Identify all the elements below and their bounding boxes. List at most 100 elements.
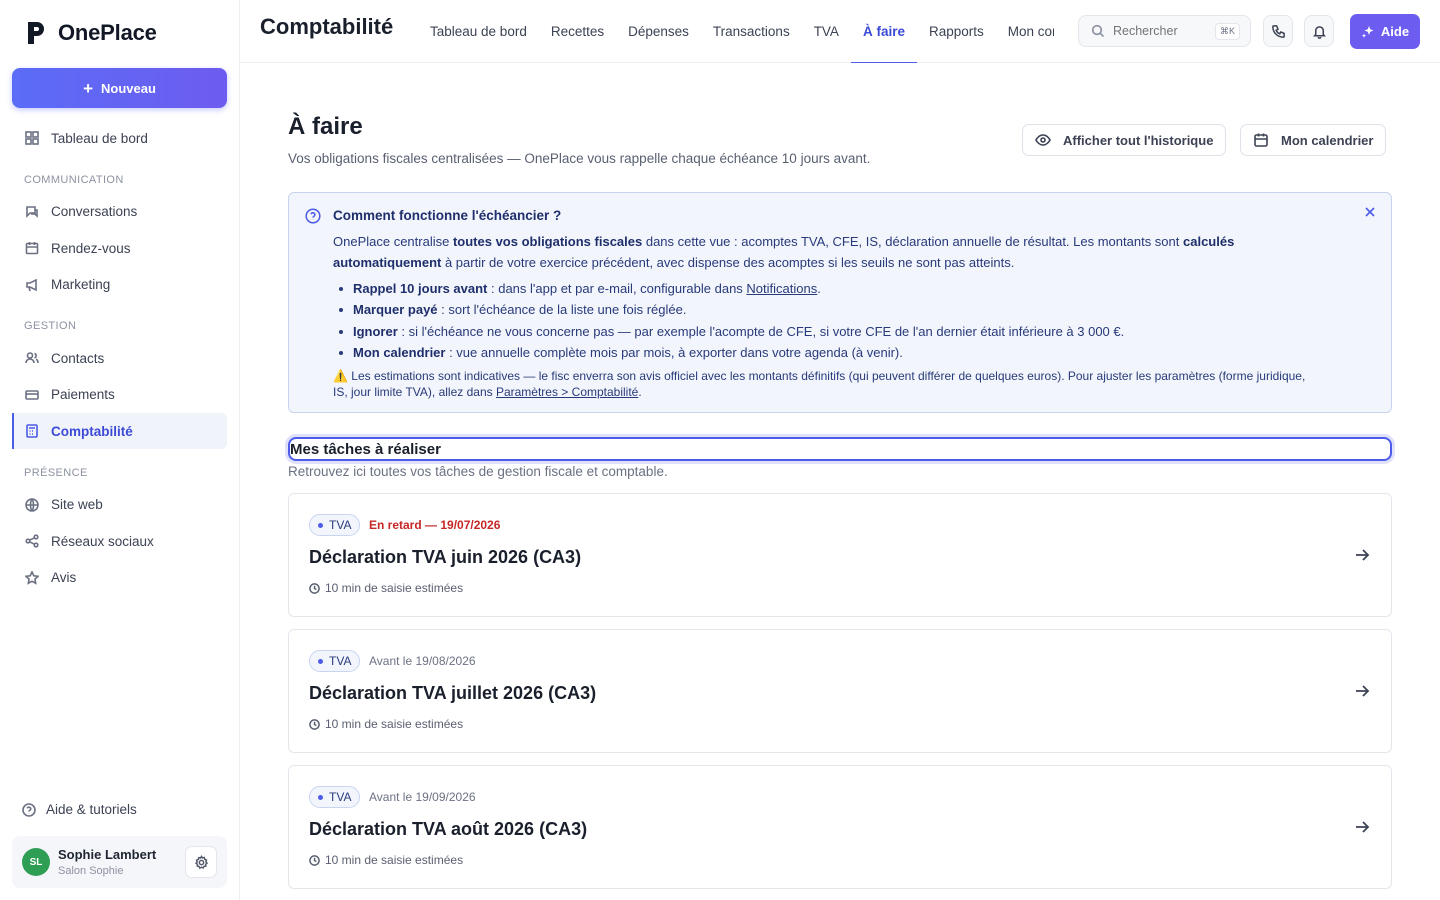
user-company: Salon Sophie	[58, 865, 124, 877]
task-card[interactable]: TVA En retard — 19/07/2026 Déclaration T…	[288, 493, 1392, 617]
new-button[interactable]: + Nouveau	[12, 68, 227, 108]
sidebar-item-appointments[interactable]: Rendez-vous	[12, 230, 227, 266]
tab-account[interactable]: Mon compte	[996, 0, 1054, 63]
category-badge: TVA	[309, 514, 361, 536]
task-duration: 10 min de saisie estimées	[309, 853, 463, 867]
sidebar-item-payments[interactable]: Paiements	[12, 377, 227, 413]
help-tutorials-label: Aide & tutoriels	[46, 802, 137, 817]
close-icon[interactable]	[1363, 205, 1377, 219]
gear-icon	[194, 854, 208, 869]
sidebar: OnePlace + Nouveau Tableau de bord COMMU…	[0, 0, 240, 900]
globe-icon	[25, 497, 39, 512]
info-note: ⚠️ Les estimations sont indicatives — le…	[333, 369, 1306, 399]
oneplace-logo-icon	[28, 22, 44, 44]
show-history-button[interactable]: Afficher tout l'historique	[1022, 124, 1227, 156]
sidebar-item-label: Site web	[51, 497, 103, 512]
info-list: Rappel 10 jours avant : dans l'app et pa…	[339, 278, 1343, 363]
notifications-button[interactable]	[1304, 15, 1334, 47]
sidebar-item-label: Réseaux sociaux	[51, 533, 154, 549]
task-title: Déclaration TVA août 2026 (CA3)	[309, 819, 588, 839]
sparkles-icon	[1361, 25, 1374, 38]
sidebar-item-marketing[interactable]: Marketing	[12, 267, 227, 303]
notifications-link[interactable]: Notifications	[746, 281, 817, 296]
grid-icon	[25, 131, 39, 145]
category-badge: TVA	[309, 650, 361, 672]
question-circle-icon	[22, 802, 36, 817]
tab-todo[interactable]: À faire	[850, 0, 918, 63]
help-button[interactable]: Aide	[1350, 14, 1420, 49]
sidebar-section-title: PRÉSENCE	[24, 466, 88, 479]
avatar: SL	[22, 848, 50, 876]
sidebar-item-conversations[interactable]: Conversations	[12, 194, 227, 230]
app-name: OnePlace	[58, 20, 157, 45]
info-banner: Comment fonctionne l'échéancier ? OnePla…	[288, 192, 1392, 413]
sidebar-section-title: COMMUNICATION	[24, 173, 124, 186]
sidebar-item-label: Paiements	[51, 387, 115, 402]
due-date: Avant le 19/08/2026	[369, 654, 476, 668]
calendar-icon	[25, 242, 39, 255]
badge-dot	[318, 522, 323, 528]
my-calendar-button[interactable]: Mon calendrier	[1240, 124, 1387, 156]
share-icon	[25, 534, 39, 548]
plus-icon: +	[83, 78, 94, 98]
task-card[interactable]: TVA Avant le 19/09/2026 Déclaration TVA …	[288, 765, 1392, 889]
sidebar-item-website[interactable]: Site web	[12, 487, 227, 523]
help-tutorials-link[interactable]: Aide & tutoriels	[22, 802, 137, 817]
sidebar-item-label: Conversations	[51, 204, 138, 219]
users-icon	[25, 352, 39, 364]
tasks-section-title[interactable]: Mes tâches à réaliser	[288, 437, 1392, 461]
task-card[interactable]: TVA Avant le 19/08/2026 Déclaration TVA …	[288, 629, 1392, 753]
sidebar-section-title: GESTION	[24, 320, 77, 332]
accounting-tabs: Tableau de bord Recettes Dépenses Transa…	[418, 0, 1054, 63]
tasks-section-subtitle: Retrouvez ici toutes vos tâches de gesti…	[288, 464, 668, 479]
tab-dashboard[interactable]: Tableau de bord	[418, 0, 539, 63]
search-box[interactable]: ⌘K	[1078, 15, 1251, 47]
tab-reports[interactable]: Rapports	[917, 0, 996, 63]
badge-dot	[318, 794, 323, 800]
sidebar-item-dashboard[interactable]: Tableau de bord	[12, 120, 227, 156]
sidebar-item-contacts[interactable]: Contacts	[12, 340, 227, 376]
sidebar-item-label: Avis	[51, 570, 77, 585]
user-name: Sophie Lambert	[58, 847, 157, 862]
list-item: Mon calendrier : vue annuelle complète m…	[339, 342, 1343, 363]
due-date: En retard — 19/07/2026	[369, 518, 501, 532]
task-title: Déclaration TVA juin 2026 (CA3)	[309, 547, 582, 567]
megaphone-icon	[26, 278, 37, 291]
sidebar-nav: Tableau de bord COMMUNICATION Conversati…	[12, 120, 227, 596]
show-history-label: Afficher tout l'historique	[1063, 132, 1214, 148]
list-item: Marquer payé : sort l'échéance de la lis…	[339, 299, 1343, 320]
info-title: Comment fonctionne l'échéancier ?	[333, 208, 562, 223]
sidebar-item-label: Tableau de bord	[51, 130, 148, 146]
phone-icon	[1271, 24, 1285, 38]
badge-dot	[318, 658, 323, 664]
tab-vat[interactable]: TVA	[802, 0, 851, 63]
sidebar-item-accounting[interactable]: Comptabilité	[12, 413, 227, 449]
bell-icon	[1312, 25, 1326, 39]
user-card[interactable]: SL Sophie Lambert Salon Sophie	[12, 836, 227, 888]
sidebar-item-reviews[interactable]: Avis	[12, 560, 227, 596]
search-input[interactable]	[1113, 24, 1213, 38]
clock-icon	[309, 854, 320, 866]
phone-button[interactable]	[1263, 15, 1293, 47]
accounting-settings-link[interactable]: Paramètres > Comptabilité	[496, 385, 638, 399]
sidebar-item-social[interactable]: Réseaux sociaux	[12, 523, 227, 559]
calculator-icon	[26, 424, 38, 438]
arrow-right-icon	[1356, 549, 1370, 561]
question-circle-icon	[305, 208, 321, 224]
settings-button[interactable]	[185, 846, 217, 878]
sidebar-item-label: Comptabilité	[51, 423, 133, 439]
tab-expenses[interactable]: Dépenses	[616, 0, 701, 63]
sidebar-item-label: Rendez-vous	[51, 240, 131, 256]
new-button-label: Nouveau	[101, 80, 156, 96]
my-calendar-label: Mon calendrier	[1281, 132, 1374, 148]
logo[interactable]: OnePlace	[26, 20, 157, 46]
sidebar-item-label: Marketing	[51, 277, 111, 292]
tab-income[interactable]: Recettes	[539, 0, 616, 63]
credit-card-icon	[25, 389, 39, 400]
clock-icon	[309, 718, 320, 730]
tab-transactions[interactable]: Transactions	[701, 0, 802, 63]
list-item: Rappel 10 jours avant : dans l'app et pa…	[339, 278, 1343, 299]
chat-icon	[26, 205, 38, 218]
task-duration: 10 min de saisie estimées	[309, 717, 463, 731]
task-duration: 10 min de saisie estimées	[309, 581, 463, 595]
